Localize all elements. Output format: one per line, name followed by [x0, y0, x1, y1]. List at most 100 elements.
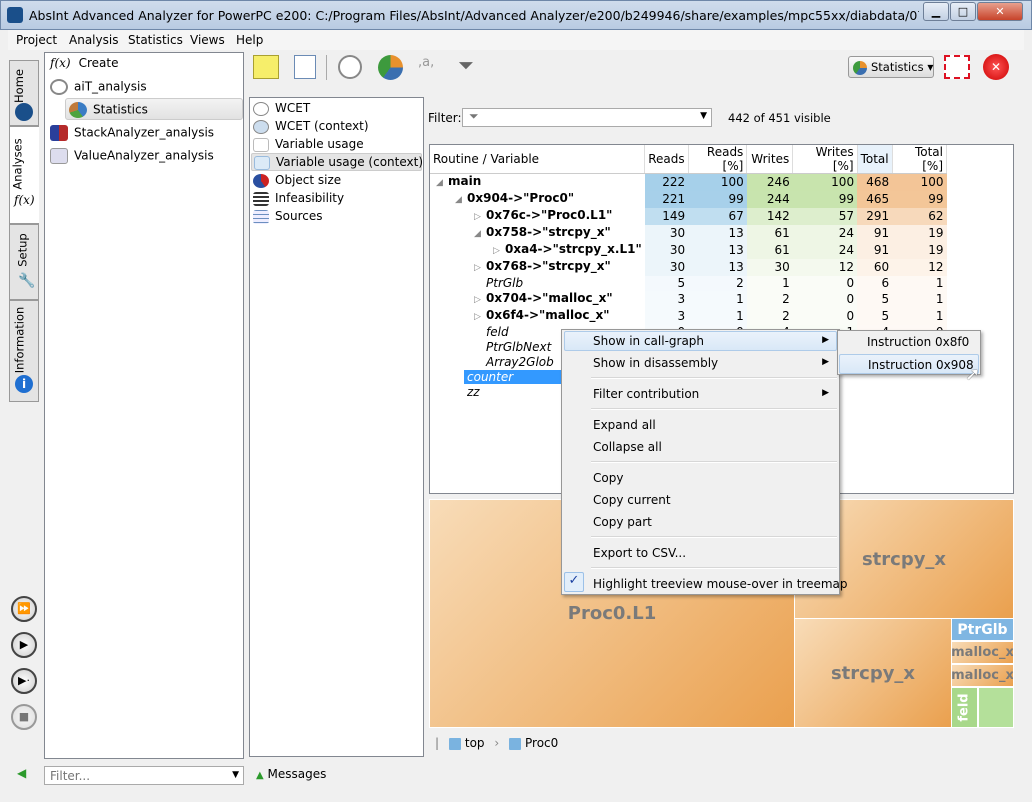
call-graph-icon[interactable]	[253, 55, 279, 79]
tree-item-ait-analysis[interactable]: aiT_analysis	[50, 79, 147, 95]
column-header[interactable]: Writes	[746, 145, 794, 174]
submenu-item-instruction-0x8f0[interactable]: Instruction 0x8f0	[867, 335, 969, 349]
stat-item-variable-usage-context[interactable]: Variable usage (context)	[251, 153, 423, 171]
messages-toggle[interactable]: ▲ Messages	[256, 767, 326, 781]
table-row[interactable]: ◢ main 222 100 246 100 468 100	[430, 173, 947, 192]
menu-item-copy-current[interactable]: Copy current	[593, 493, 671, 507]
tab-setup[interactable]: Setup 🔧	[9, 224, 39, 300]
breadcrumb-proc0[interactable]: Proc0	[525, 736, 558, 750]
column-header[interactable]: Writes [%]	[792, 145, 858, 174]
function-f-icon	[448, 737, 461, 750]
column-header[interactable]: Reads	[644, 145, 689, 174]
table-row[interactable]: ▷ 0x704->"malloc_x" 3 1 2 0 5 1	[430, 291, 947, 308]
filter-funnel-icon[interactable]: ⏷	[458, 53, 474, 77]
tree-item-create[interactable]: f(x) Create	[50, 56, 118, 70]
routine-name-cell: ◢ 0x904->"Proc0"	[430, 191, 645, 208]
treemap-cell-malloc-x-2[interactable]: malloc_x	[951, 664, 1014, 687]
filter-label: Filter:	[428, 111, 462, 125]
collapsed-arrow-icon[interactable]: ▷	[474, 210, 486, 225]
stat-item-infeasibility[interactable]: Infeasibility	[253, 191, 344, 206]
column-header[interactable]: Reads [%]	[688, 145, 748, 174]
submenu-item-instruction-0x908[interactable]: Instruction 0x908	[839, 354, 979, 374]
expanded-arrow-icon[interactable]: ◢	[455, 193, 467, 208]
treemap-cell-small[interactable]	[978, 687, 1014, 728]
expanded-arrow-icon[interactable]: ◢	[436, 176, 448, 191]
tree-item-statistics[interactable]: Statistics	[65, 98, 243, 120]
fullscreen-icon[interactable]	[944, 55, 970, 79]
menu-item-collapse-all[interactable]: Collapse all	[593, 440, 662, 454]
menu-item-filter-contribution[interactable]: Filter contribution	[593, 387, 699, 401]
column-header[interactable]: Total [%]	[892, 145, 948, 174]
stat-item-wcet[interactable]: WCET	[253, 101, 310, 116]
column-header[interactable]: Total	[857, 145, 893, 174]
collapsed-arrow-icon[interactable]: ▷	[474, 310, 486, 325]
menu-item-expand-all[interactable]: Expand all	[593, 418, 656, 432]
menu-bar: Project Analysis Statistics Views Help	[8, 30, 1024, 50]
value-cell: 2	[688, 276, 747, 291]
table-row[interactable]: ▷ 0x6f4->"malloc_x" 3 1 2 0 5 1	[430, 308, 947, 325]
table-row[interactable]: ▷ 0xa4->"strcpy_x.L1" 30 13 61 24 91 19	[430, 242, 947, 259]
menu-item-export-csv[interactable]: Export to CSV...	[593, 546, 686, 560]
collapsed-arrow-icon[interactable]: ▷	[493, 244, 505, 259]
tree-item-valueanalyzer[interactable]: ValueAnalyzer_analysis	[50, 148, 214, 164]
routine-name-cell: ◢ main	[430, 174, 645, 192]
statistics-pie-icon[interactable]	[378, 55, 403, 80]
tab-information[interactable]: Information i	[9, 300, 39, 402]
bottom-filter-input[interactable]: ▼	[44, 766, 244, 785]
tab-analyses[interactable]: Analyses f(x)	[9, 126, 39, 224]
list-view-icon[interactable]	[294, 55, 316, 79]
chevron-down-icon[interactable]: ▼	[232, 770, 239, 780]
column-header[interactable]: Routine / Variable	[430, 145, 646, 174]
stop-button[interactable]: ■	[11, 704, 37, 730]
collapse-left-arrow-icon[interactable]: ◀	[17, 766, 26, 780]
statistics-dropdown-button[interactable]: Statistics ▾	[848, 56, 934, 78]
tree-item-stackanalyzer[interactable]: StackAnalyzer_analysis	[50, 125, 214, 141]
stat-item-wcet-context[interactable]: WCET (context)	[253, 119, 369, 134]
collapsed-arrow-icon[interactable]: ▷	[474, 293, 486, 308]
stat-item-variable-usage[interactable]: Variable usage	[253, 137, 364, 152]
value-cell: 99	[688, 191, 747, 208]
minimize-button[interactable]: ▁	[923, 2, 949, 21]
menu-analysis[interactable]: Analysis	[69, 33, 118, 47]
breadcrumb-top[interactable]: top	[465, 736, 485, 750]
table-row[interactable]: PtrGlb 5 2 1 0 6 1	[430, 276, 947, 291]
treemap-cell-feld[interactable]: feld	[951, 687, 978, 728]
step-button[interactable]: ▶·	[11, 668, 37, 694]
treemap-cell-ptrglb[interactable]: PtrGlb	[951, 618, 1014, 641]
table-row[interactable]: ◢ 0x904->"Proc0" 221 99 244 99 465 99	[430, 191, 947, 208]
tab-home[interactable]: Home	[9, 60, 39, 126]
menu-item-show-in-call-graph[interactable]: Show in call-graph	[593, 334, 704, 348]
menu-item-highlight-treeview[interactable]: Highlight treeview mouse-over in treemap	[593, 577, 848, 591]
stat-item-object-size[interactable]: Object size	[253, 173, 341, 188]
table-row[interactable]: ▷ 0x76c->"Proc0.L1" 149 67 142 57 291 62	[430, 208, 947, 225]
treemap-cell-malloc-x-1[interactable]: malloc_x	[951, 641, 1014, 664]
value-cell: 0	[792, 276, 858, 291]
run-button[interactable]: ▶	[11, 632, 37, 658]
routine-name-cell: ▷ 0x6f4->"malloc_x"	[430, 308, 645, 325]
filter-input[interactable]: ⏷ ▼	[462, 108, 712, 127]
rename-icon[interactable]: ,a,	[418, 55, 442, 79]
menu-project[interactable]: Project	[16, 33, 57, 47]
close-view-icon[interactable]: ✕	[983, 54, 1009, 80]
menu-statistics[interactable]: Statistics	[128, 33, 183, 47]
table-row[interactable]: ▷ 0x768->"strcpy_x" 30 13 30 12 60 12	[430, 259, 947, 276]
menu-item-copy[interactable]: Copy	[593, 471, 623, 485]
run-all-button[interactable]: ⏩	[11, 596, 37, 622]
menu-views[interactable]: Views	[190, 33, 225, 47]
chevron-down-icon[interactable]: ▼	[700, 111, 707, 121]
table-row[interactable]: ◢ 0x758->"strcpy_x" 30 13 61 24 91 19	[430, 225, 947, 242]
menu-item-copy-part[interactable]: Copy part	[593, 515, 652, 529]
bottom-filter-field[interactable]	[48, 768, 218, 783]
menu-help[interactable]: Help	[236, 33, 263, 47]
vertical-tab-bar: Home Analyses f(x) Setup 🔧 Information i	[9, 52, 39, 402]
menu-item-show-in-disassembly[interactable]: Show in disassembly	[593, 356, 718, 370]
close-button[interactable]: ✕	[977, 2, 1023, 21]
routine-name: 0x904->"Proc0"	[467, 191, 575, 205]
wcet-stopwatch-icon[interactable]	[338, 55, 362, 79]
stat-item-sources[interactable]: Sources	[253, 209, 322, 224]
table-magnifier-icon	[254, 155, 270, 170]
collapsed-arrow-icon[interactable]: ▷	[474, 261, 486, 276]
expanded-arrow-icon[interactable]: ◢	[474, 227, 486, 242]
maximize-button[interactable]: □	[950, 2, 976, 21]
treemap-cell-strcpy-x-2[interactable]: strcpy_x	[794, 618, 952, 728]
